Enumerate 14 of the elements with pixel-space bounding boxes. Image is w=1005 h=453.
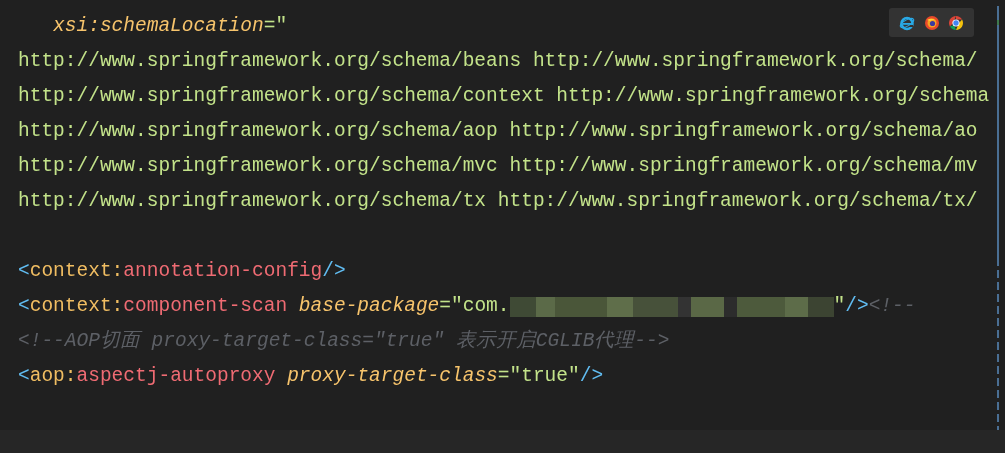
code-line: http://www.springframework.org/schema/mvc http://www.springframework.org/schema/mv xyxy=(18,154,978,179)
code-line: http://www.springframework.org/schema/context http://www.springframework.org/schema xyxy=(18,84,990,109)
code-line: http://www.springframework.org/schema/beans http://www.springframework.org/schema/ xyxy=(18,49,978,74)
code-line: <context:annotation-config/> xyxy=(18,259,346,284)
code-line: xsi:schemaLocation=" xyxy=(53,14,288,39)
code-line: <context:component-scan base-package="com. xyxy=(18,294,510,319)
flame-ring-icon[interactable] xyxy=(923,14,940,31)
e-ring-icon[interactable] xyxy=(899,14,916,31)
code-line: "/><!-- xyxy=(833,294,916,319)
code-line: <aop:aspectj-autoproxy proxy-target-class="true"/> xyxy=(18,364,604,389)
code-line: <!--AOP切面 proxy-target-class="true" 表示开启CGLIB代理--> xyxy=(18,328,670,354)
code-line: http://www.springframework.org/schema/aop http://www.springframework.org/schema/ao xyxy=(18,119,978,144)
segmented-ring-icon[interactable] xyxy=(947,14,964,31)
code-line: http://www.springframework.org/schema/tx http://www.springframework.org/schema/tx/ xyxy=(18,189,978,214)
